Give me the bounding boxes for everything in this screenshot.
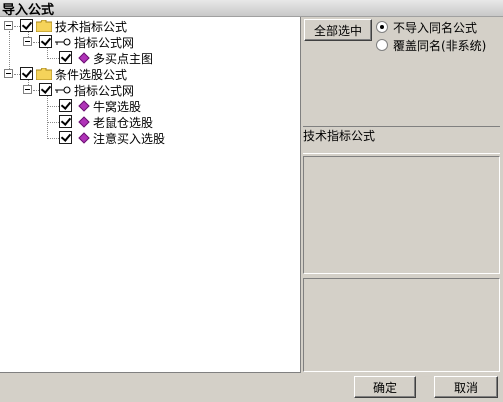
tree-node-label: 注意买入选股 [93, 132, 166, 146]
checkbox-checked[interactable] [39, 35, 52, 48]
collapse-icon[interactable] [23, 85, 32, 94]
select-all-label: 全部选中 [313, 24, 362, 38]
radio-skip-label: 不导入同名公式 [393, 21, 478, 35]
tree-node-tech-indicators[interactable]: 技术指标公式 [0, 19, 200, 35]
ok-label: 确定 [372, 381, 397, 395]
select-all-button[interactable]: 全部选中 [304, 19, 372, 41]
import-formula-dialog: 导入公式 技术指标公式 指标公式网 多买点主图 条件选股公式 指标公式网 牛窝选… [0, 0, 503, 402]
radio-button[interactable] [376, 39, 388, 51]
formula-tree[interactable]: 技术指标公式 指标公式网 多买点主图 条件选股公式 指标公式网 牛窝选股 老鼠仓… [0, 17, 301, 373]
checkbox-checked[interactable] [59, 99, 72, 112]
formula-description-box [303, 156, 500, 274]
tree-node-label: 技术指标公式 [55, 20, 128, 34]
tree-node-label: 多买点主图 [93, 52, 154, 66]
key-icon [55, 38, 71, 46]
formula-name-text: 技术指标公式 [303, 129, 376, 143]
checkbox-checked[interactable] [20, 67, 33, 80]
tree-node-label: 老鼠仓选股 [93, 116, 154, 130]
radio-button-checked[interactable] [376, 21, 388, 33]
formula-gem-icon [78, 116, 90, 128]
key-icon [55, 86, 71, 94]
dialog-footer: 确定 取消 [0, 373, 503, 402]
cancel-button[interactable]: 取消 [434, 376, 498, 398]
tree-node-source[interactable]: 指标公式网 [0, 83, 200, 99]
collapse-icon[interactable] [23, 37, 32, 46]
tree-node-formula[interactable]: 多买点主图 [0, 51, 200, 67]
checkbox-checked[interactable] [20, 19, 33, 32]
tree-node-formula[interactable]: 注意买入选股 [0, 131, 200, 147]
checkbox-checked[interactable] [59, 115, 72, 128]
collapse-icon[interactable] [4, 21, 13, 30]
options-panel: 全部选中 不导入同名公式 覆盖同名(非系统) 技术指标公式 [302, 17, 503, 373]
tree-node-source[interactable]: 指标公式网 [0, 35, 200, 51]
formula-gem-icon [78, 132, 90, 144]
formula-gem-icon [78, 52, 90, 64]
tree-node-formula[interactable]: 牛窝选股 [0, 99, 200, 115]
formula-gem-icon [78, 100, 90, 112]
cancel-label: 取消 [453, 381, 478, 395]
formula-detail-box [303, 278, 500, 372]
radio-skip-duplicates[interactable]: 不导入同名公式 [376, 20, 502, 36]
folder-icon [36, 20, 52, 32]
checkbox-checked[interactable] [39, 83, 52, 96]
tree-node-label: 指标公式网 [74, 36, 135, 50]
tree-node-label: 指标公式网 [74, 84, 135, 98]
ok-button[interactable]: 确定 [354, 376, 416, 398]
dialog-title: 导入公式 [2, 3, 55, 18]
tree-node-label: 牛窝选股 [93, 100, 142, 114]
collapse-icon[interactable] [4, 69, 13, 78]
title-bar: 导入公式 [0, 0, 503, 18]
tree-node-stock-selection[interactable]: 条件选股公式 [0, 67, 200, 83]
tree-node-label: 条件选股公式 [55, 68, 128, 82]
radio-overwrite-label: 覆盖同名(非系统) [393, 39, 487, 53]
checkbox-checked[interactable] [59, 131, 72, 144]
tree-node-formula[interactable]: 老鼠仓选股 [0, 115, 200, 131]
formula-name-field: 技术指标公式 [303, 126, 500, 154]
checkbox-checked[interactable] [59, 51, 72, 64]
folder-icon [36, 68, 52, 80]
radio-overwrite-duplicates[interactable]: 覆盖同名(非系统) [376, 38, 502, 54]
